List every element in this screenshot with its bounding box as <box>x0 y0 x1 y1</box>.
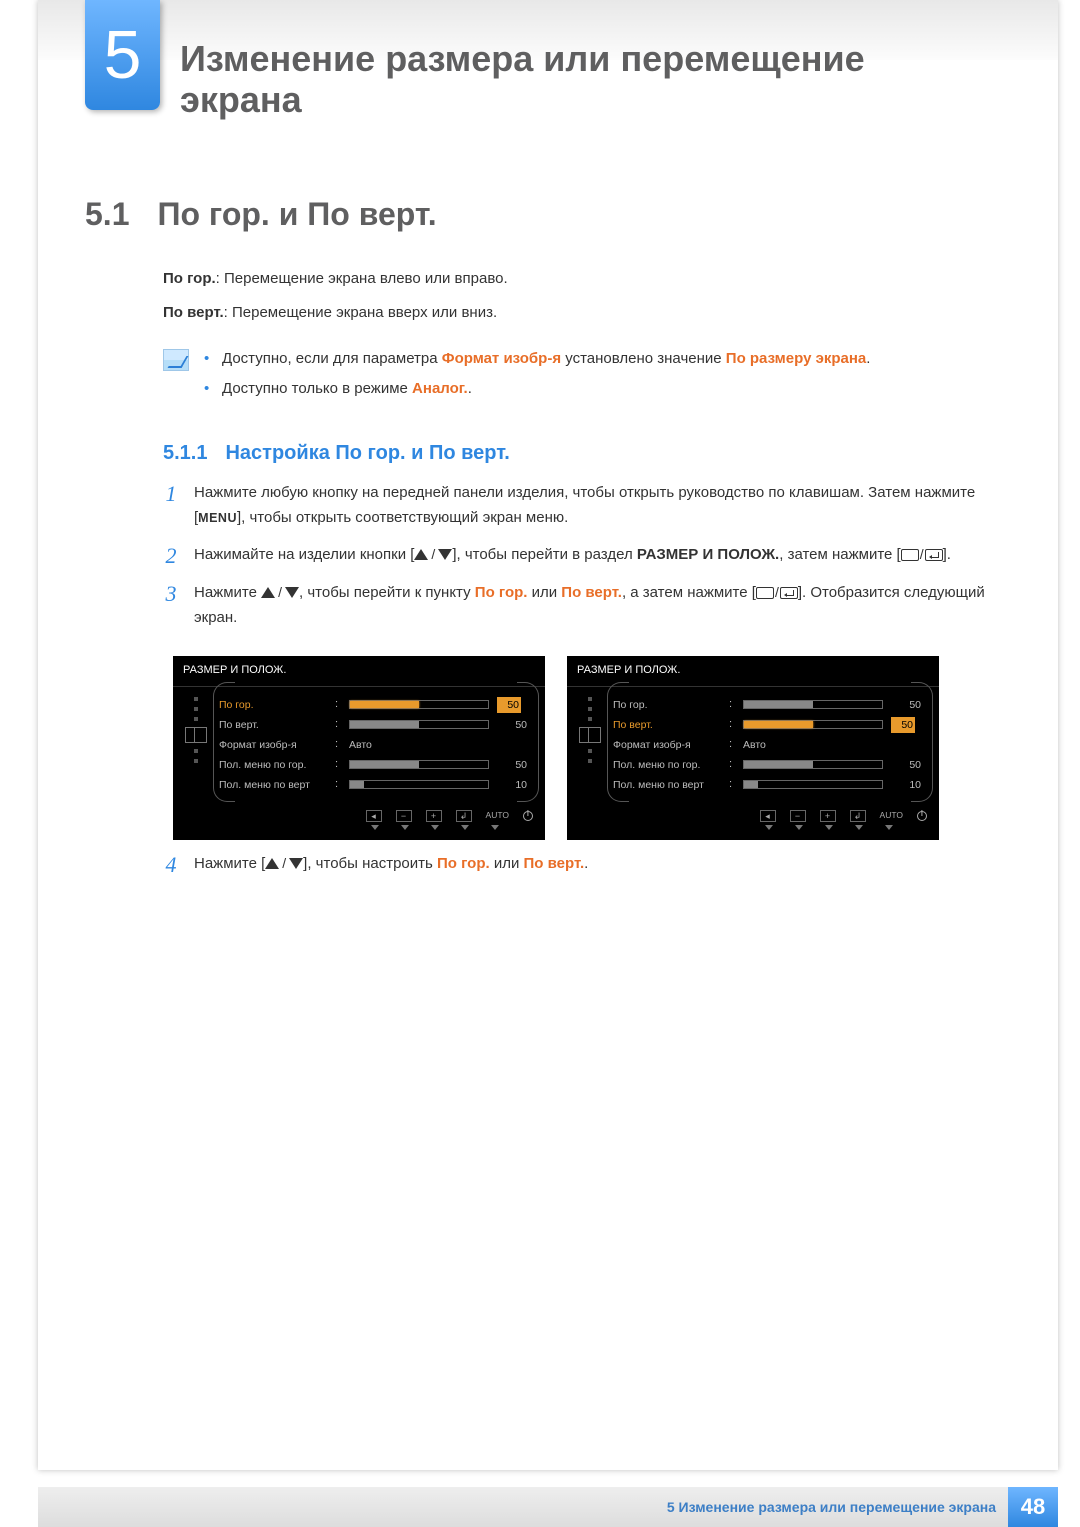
paragraph-hgor: По гор.: Перемещение экрана влево или вп… <box>163 267 993 291</box>
section-number: 5.1 <box>85 196 129 233</box>
minus-icon: − <box>396 810 412 822</box>
note-icon <box>163 349 189 371</box>
step-2: 2 Нажимайте на изделии кнопки [/], чтобы… <box>163 543 993 569</box>
subsection-title: Настройка По гор. и По верт. <box>225 437 509 469</box>
power-icon <box>917 811 927 821</box>
power-icon <box>523 811 533 821</box>
step-1: 1 Нажмите любую кнопку на передней панел… <box>163 481 993 531</box>
menu-label: MENU <box>198 511 237 525</box>
chapter-number: 5 <box>104 21 142 89</box>
text-hvert: : Перемещение экрана вверх или вниз. <box>224 304 498 321</box>
body-area: По гор.: Перемещение экрана влево или вп… <box>163 257 993 878</box>
rect-icon <box>901 549 919 561</box>
subsection-number: 5.1.1 <box>163 437 207 469</box>
up-down-icon: / <box>414 543 452 566</box>
plus-icon: + <box>426 810 442 822</box>
text-hgor: : Перемещение экрана влево или вправо. <box>216 270 508 287</box>
section-title: По гор. и По верт. <box>157 196 436 233</box>
note-item-2: Доступно только в режиме Аналог.. <box>204 377 870 401</box>
position-icon <box>579 727 601 743</box>
steps-list-cont: 4 Нажмите [/], чтобы настроить По гор. и… <box>163 852 993 878</box>
note-block: Доступно, если для параметра Формат изоб… <box>163 347 993 407</box>
step-3: 3 Нажмите /, чтобы перейти к пункту По г… <box>163 581 993 631</box>
osd-panel-2: РАЗМЕР И ПОЛОЖ. По гор.:50 По верт.:50 Ф… <box>567 656 939 839</box>
minus-icon: − <box>790 810 806 822</box>
auto-label: AUTO <box>486 809 509 823</box>
back-icon: ◂ <box>366 810 382 822</box>
subsection-heading: 5.1.1 Настройка По гор. и По верт. <box>163 437 993 469</box>
auto-label: AUTO <box>880 809 903 823</box>
confirm-icon: ↲ <box>850 810 866 822</box>
chapter-badge: 5 <box>85 0 160 110</box>
rect-icon <box>756 587 774 599</box>
footer-page-number: 48 <box>1008 1487 1058 1527</box>
label-hvert: По верт. <box>163 304 224 321</box>
osd-bottom-icons: ◂ − + ↲ AUTO <box>173 805 545 825</box>
up-down-icon: / <box>261 581 299 604</box>
osd-bottom-icons: ◂ − + ↲ AUTO <box>567 805 939 825</box>
label-hgor: По гор. <box>163 270 216 287</box>
page-footer: 5 Изменение размера или перемещение экра… <box>38 1487 1058 1527</box>
enter-icon <box>780 587 798 599</box>
chapter-title: Изменение размера или перемещение экрана <box>180 38 940 121</box>
paragraph-hvert: По верт.: Перемещение экрана вверх или в… <box>163 301 993 325</box>
steps-list: 1 Нажмите любую кнопку на передней панел… <box>163 481 993 630</box>
enter-icon <box>925 549 943 561</box>
osd-panel-1: РАЗМЕР И ПОЛОЖ. По гор.:50 По верт.:50 Ф… <box>173 656 545 839</box>
footer-text: 5 Изменение размера или перемещение экра… <box>667 1499 1008 1515</box>
step-4: 4 Нажмите [/], чтобы настроить По гор. и… <box>163 852 993 878</box>
document-page: 5 Изменение размера или перемещение экра… <box>0 0 1080 1527</box>
section-heading: 5.1 По гор. и По верт. <box>85 196 437 233</box>
up-down-icon: / <box>265 852 303 875</box>
confirm-icon: ↲ <box>456 810 472 822</box>
position-icon <box>185 727 207 743</box>
note-item-1: Доступно, если для параметра Формат изоб… <box>204 347 870 371</box>
back-icon: ◂ <box>760 810 776 822</box>
note-list: Доступно, если для параметра Формат изоб… <box>204 347 870 407</box>
plus-icon: + <box>820 810 836 822</box>
osd-screenshots: РАЗМЕР И ПОЛОЖ. По гор.:50 По верт.:50 Ф… <box>173 656 993 839</box>
